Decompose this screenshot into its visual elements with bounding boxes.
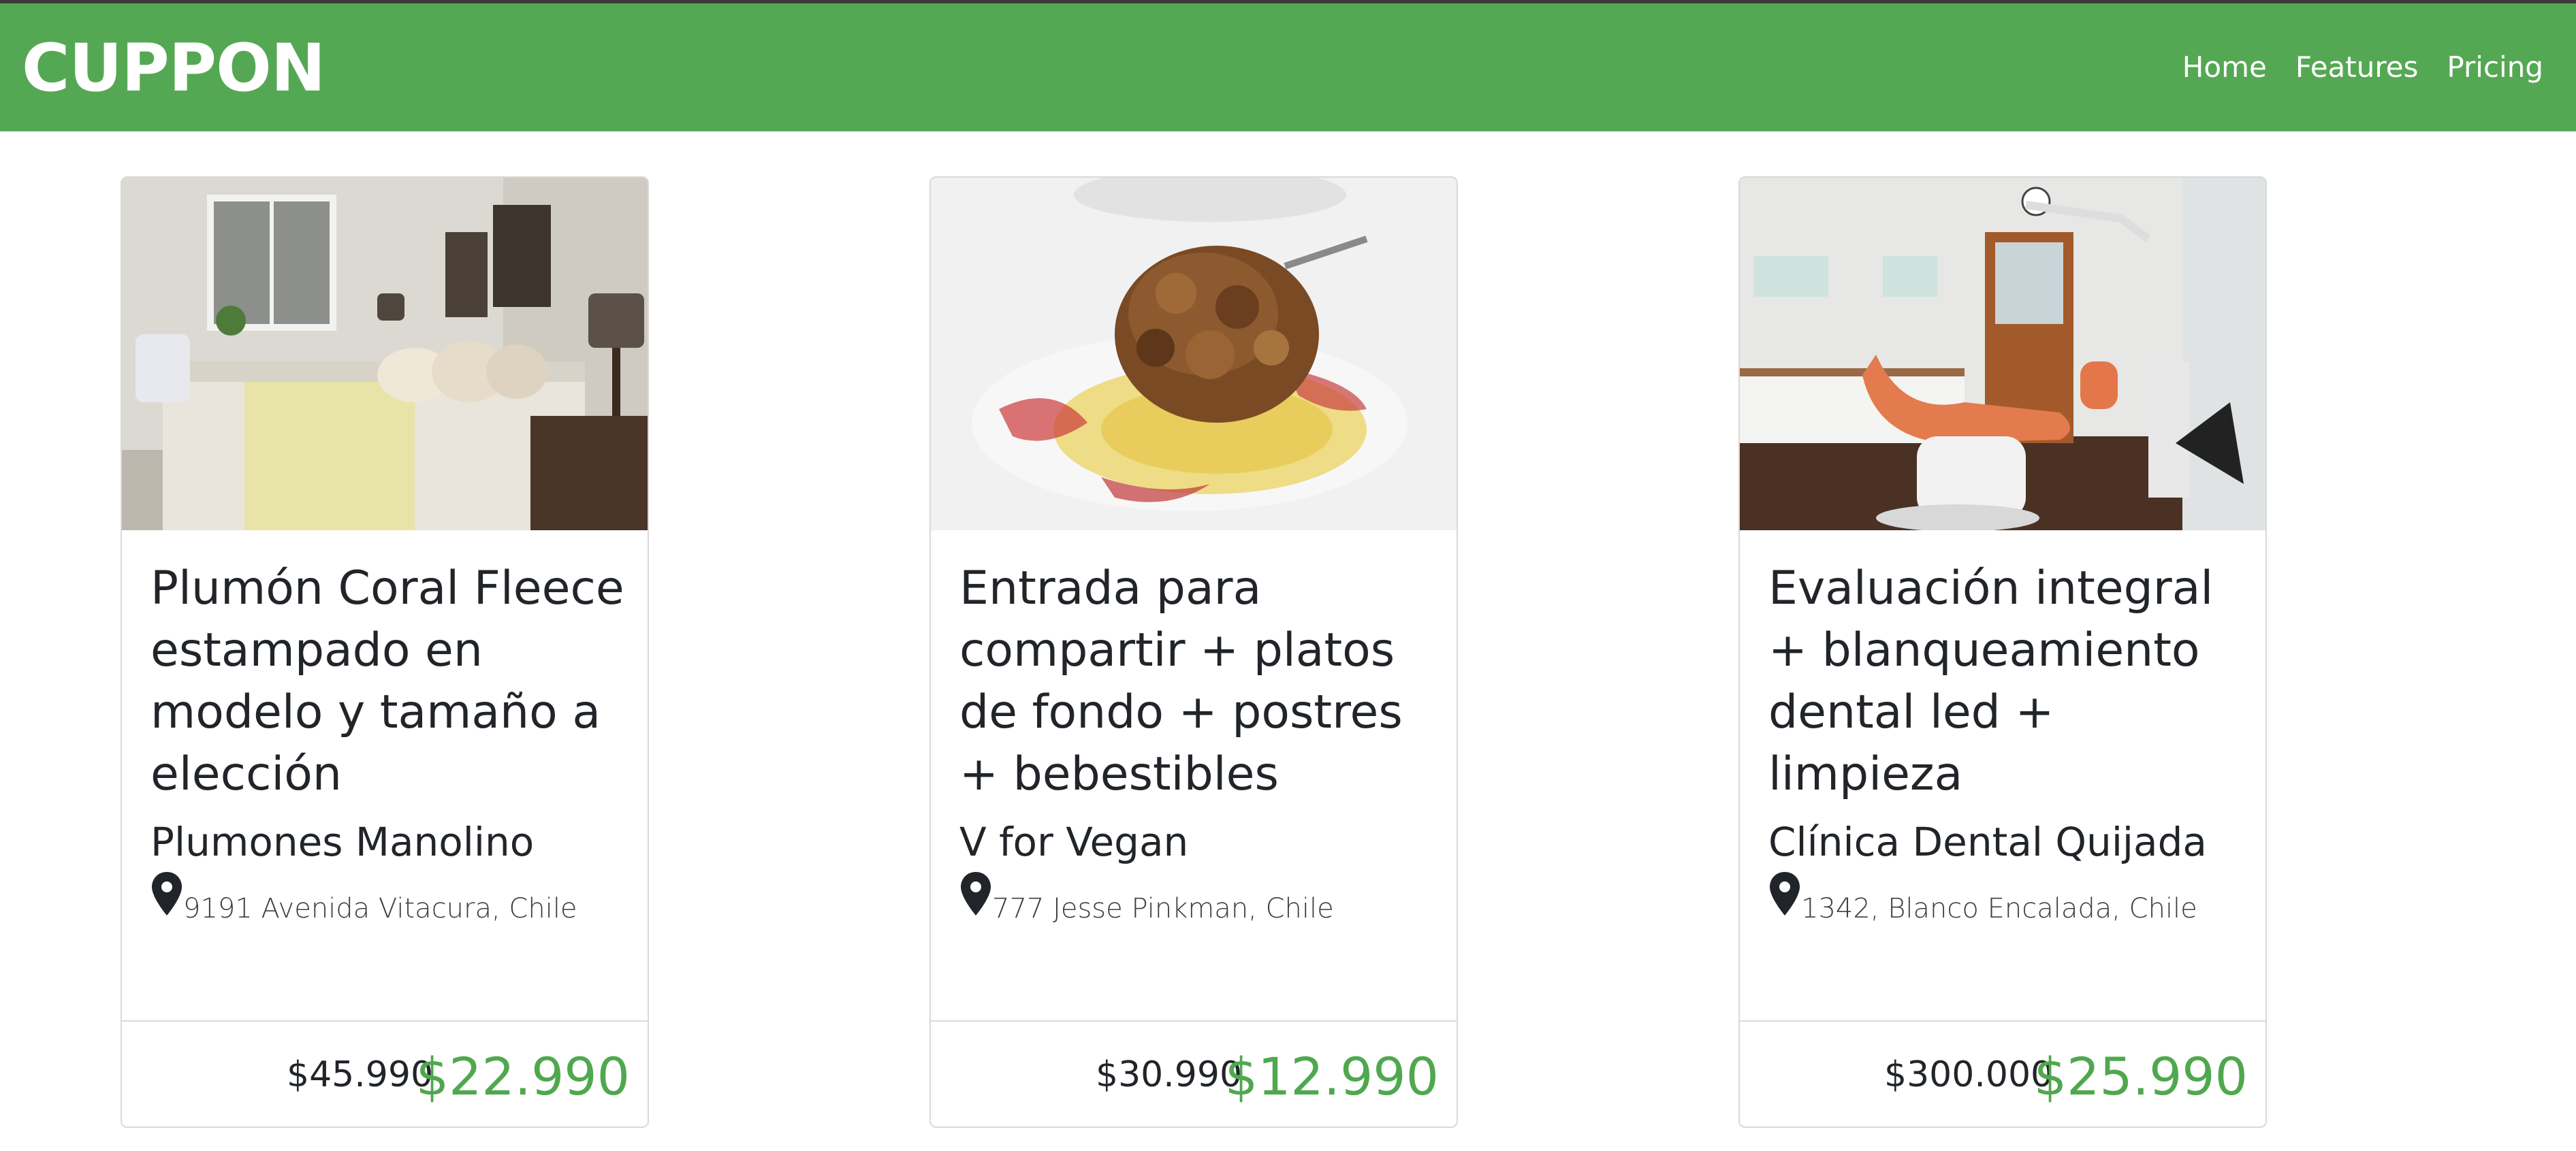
deal-body: Plumón Coral Fleece estampado en modelo … [150,557,627,932]
discount-price: $12.990 [1224,1046,1439,1107]
deal-image-food-plate[interactable] [931,178,1457,530]
deal-footer: $30.990 $12.990 [931,1020,1457,1126]
location-pin-icon [1770,872,1800,915]
address: 9191 Avenida Vitacura, Chile [150,871,627,932]
deal-card[interactable]: Entrada para compartir + platos de fondo… [929,176,1458,1128]
deal-image-bedroom[interactable] [122,178,648,530]
discount-price: $25.990 [2033,1046,2248,1107]
deal-footer: $300.000 $25.990 [1740,1020,2265,1126]
deal-body: Entrada para compartir + platos de fondo… [959,557,1436,932]
navbar: CUPPON Home Features Pricing [0,3,2576,131]
vendor-name: Clínica Dental Quijada [1768,819,2207,865]
original-price: $300.000 [1884,1054,2054,1095]
vendor-name: V for Vegan [959,819,1189,865]
address-text: 1342, Blanco Encalada, Chile [1801,893,2197,924]
address-text: 9191 Avenida Vitacura, Chile [183,893,577,924]
location-pin-icon [961,872,991,915]
deal-card[interactable]: Evaluación integral + blanqueamiento den… [1738,176,2267,1128]
deal-title[interactable]: Entrada para compartir + platos de fondo… [959,557,1436,805]
nav-features-link[interactable]: Features [2295,50,2419,85]
vendor-name: Plumones Manolino [150,819,535,865]
location-pin-icon [152,872,182,915]
deal-title[interactable]: Evaluación integral + blanqueamiento den… [1768,557,2245,805]
nav-links: Home Features Pricing [2154,50,2543,85]
deal-footer: $45.990 $22.990 [122,1020,648,1126]
address: 1342, Blanco Encalada, Chile [1768,871,2245,932]
nav-home-link[interactable]: Home [2182,50,2267,85]
deal-image-dental-clinic[interactable] [1740,178,2265,530]
original-price: $45.990 [287,1054,434,1095]
deal-card[interactable]: Plumón Coral Fleece estampado en modelo … [121,176,649,1128]
address-text: 777 Jesse Pinkman, Chile [992,893,1334,924]
deal-body: Evaluación integral + blanqueamiento den… [1768,557,2245,932]
nav-pricing-link[interactable]: Pricing [2447,50,2543,85]
discount-price: $22.990 [415,1046,630,1107]
original-price: $30.990 [1096,1054,1243,1095]
address: 777 Jesse Pinkman, Chile [959,871,1436,932]
deal-title[interactable]: Plumón Coral Fleece estampado en modelo … [150,557,627,805]
brand-logo[interactable]: CUPPON [22,31,325,106]
